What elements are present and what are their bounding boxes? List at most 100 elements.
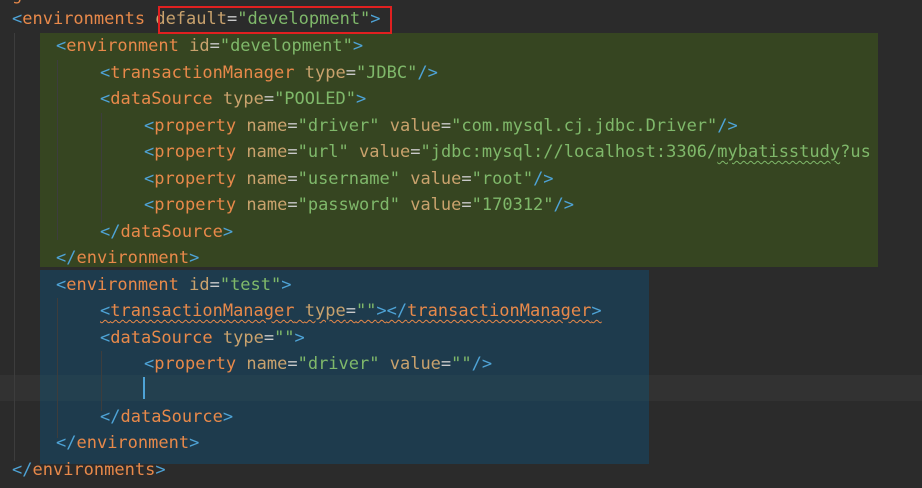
tag-name: environment xyxy=(66,275,179,295)
attr-value: "development" xyxy=(219,36,353,56)
tag-name: environment xyxy=(76,433,190,453)
bracket: < xyxy=(100,63,111,83)
tag-name: environments xyxy=(22,9,146,29)
tag-name: property xyxy=(154,142,237,162)
code-line-property-url[interactable]: <property name="url" value="jdbc:mysql:/… xyxy=(144,139,871,166)
bracket: > xyxy=(281,275,292,295)
code-line-environment-test[interactable]: <environment id="test"> xyxy=(56,272,292,299)
attr-value: "username" xyxy=(297,169,400,189)
tag-name: dataSource xyxy=(110,328,213,348)
code-line-transactionmanager-jdbc[interactable]: <transactionManager type="JDBC"/> xyxy=(100,60,438,87)
bracket: /> xyxy=(553,195,575,215)
equals: = xyxy=(263,89,275,109)
bracket: < xyxy=(100,301,111,321)
tag-name: property xyxy=(154,116,237,136)
attr-value-key: value xyxy=(410,169,462,189)
bracket: < xyxy=(144,142,155,162)
attr-type: type xyxy=(304,63,346,83)
code-line-environments-close[interactable]: </environments> xyxy=(12,457,166,484)
tag-name: property xyxy=(154,195,237,215)
attr-value: "driver" xyxy=(297,354,380,374)
tag-name: property xyxy=(154,169,237,189)
code-line-datasource-empty[interactable]: <dataSource type=""> xyxy=(100,325,305,352)
code-line-datasource-pooled[interactable]: <dataSource type="POOLED"> xyxy=(100,86,366,113)
code-line-property-username[interactable]: <property name="username" value="root"/> xyxy=(144,166,554,193)
bracket: </ xyxy=(386,301,408,321)
equals: = xyxy=(209,36,220,56)
attr-value-key: value xyxy=(359,142,411,162)
equals: = xyxy=(345,301,356,321)
attr-value-url: "jdbc:mysql://localhost:3306/ xyxy=(420,142,718,162)
bracket: < xyxy=(100,328,111,348)
attr-value: "JDBC" xyxy=(355,63,418,83)
tag-name: transactionManager xyxy=(110,63,295,83)
highlight-box-default-attribute xyxy=(158,6,392,34)
tag-name: transactionManager xyxy=(407,301,592,321)
attr-value: "root" xyxy=(471,169,534,189)
attr-value: "POOLED" xyxy=(274,89,356,109)
attr-name: name xyxy=(246,169,288,189)
bracket: < xyxy=(56,36,67,56)
bracket: > xyxy=(189,433,200,453)
tag-name: transactionManager xyxy=(110,301,295,321)
attr-value: "com.mysql.cj.jdbc.Driver" xyxy=(451,116,718,136)
attr-value: "" xyxy=(274,328,295,348)
bracket: </ xyxy=(12,460,33,480)
bracket: > xyxy=(189,248,200,268)
code-line-environment-development[interactable]: <environment id="development"> xyxy=(56,33,363,60)
tag-name: dataSource xyxy=(120,222,223,242)
attr-value: "test" xyxy=(219,275,282,295)
bracket: </ xyxy=(56,433,77,453)
bracket: < xyxy=(144,169,155,189)
bracket: < xyxy=(12,9,23,29)
bracket: /> xyxy=(533,169,554,189)
bracket: < xyxy=(144,116,155,136)
indent-guide xyxy=(101,113,102,223)
attr-value: "password" xyxy=(297,195,400,215)
bracket: > xyxy=(155,460,166,480)
code-editor[interactable]: g <environments default="development"> <… xyxy=(0,0,922,488)
current-line-in-test-block xyxy=(40,375,649,401)
equals: = xyxy=(345,63,356,83)
code-line-datasource-close[interactable]: </dataSource> xyxy=(100,219,233,246)
spellcheck-word: mybatisstudy xyxy=(717,142,841,162)
code-line-environment-close[interactable]: </environment> xyxy=(56,245,199,272)
equals: = xyxy=(209,275,220,295)
code-line-transactionmanager-empty[interactable]: <transactionManager type=""></transactio… xyxy=(100,298,602,325)
tag-name: environments xyxy=(32,460,156,480)
bracket: < xyxy=(56,275,67,295)
bracket: > xyxy=(294,328,305,348)
bracket: /> xyxy=(471,354,493,374)
bracket: </ xyxy=(56,248,77,268)
code-line-datasource-close-2[interactable]: </dataSource> xyxy=(100,404,233,431)
bracket: > xyxy=(355,89,367,109)
bracket: > xyxy=(376,301,387,321)
bracket: < xyxy=(100,89,111,109)
attr-id: id xyxy=(189,36,210,56)
tag-name: dataSource xyxy=(120,407,223,427)
clipped-fragment: g xyxy=(12,0,22,5)
text-cursor xyxy=(143,377,145,399)
code-line-property-driver-empty[interactable]: <property name="driver" value=""/> xyxy=(144,351,492,378)
attr-value-url-tail: ?us xyxy=(840,142,871,162)
bracket: > xyxy=(591,301,602,321)
attr-value: "url" xyxy=(297,142,349,162)
indent-guide xyxy=(14,33,15,461)
bracket: < xyxy=(144,195,155,215)
attr-type: type xyxy=(222,328,264,348)
code-line-environment-close-2[interactable]: </environment> xyxy=(56,430,199,457)
tag-name: dataSource xyxy=(110,89,213,109)
attr-value-key: value xyxy=(389,354,441,374)
attr-type: type xyxy=(304,301,346,321)
bracket: < xyxy=(144,354,155,374)
attr-type: type xyxy=(222,89,264,109)
bracket: /> xyxy=(717,116,738,136)
indent-guide xyxy=(101,351,102,411)
code-line-property-driver[interactable]: <property name="driver" value="com.mysql… xyxy=(144,113,738,140)
code-line-property-password[interactable]: <property name="password" value="170312"… xyxy=(144,192,574,219)
attr-id: id xyxy=(189,275,210,295)
tag-name: property xyxy=(154,354,237,374)
attr-value: "driver" xyxy=(297,116,380,136)
bracket: > xyxy=(352,36,364,56)
